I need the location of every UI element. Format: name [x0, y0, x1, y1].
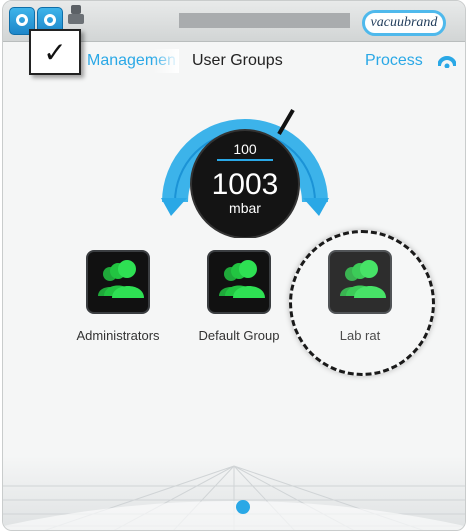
- process-icon[interactable]: [438, 54, 456, 68]
- ring-icon: [44, 14, 56, 26]
- group-tile[interactable]: [86, 250, 150, 314]
- checkmark-box[interactable]: ✓: [29, 29, 81, 75]
- group-default[interactable]: Default Group: [184, 250, 294, 343]
- user-icon: [16, 14, 28, 26]
- page-indicator-dot[interactable]: [236, 500, 250, 514]
- group-label: Default Group: [198, 328, 280, 343]
- gauge-max-marker: [303, 198, 329, 216]
- network-plug-icon: [68, 5, 84, 27]
- vacuubrand-logo: vacuubrand: [362, 10, 446, 36]
- group-tile[interactable]: [207, 250, 271, 314]
- users-group-icon: [98, 260, 144, 298]
- gauge-setpoint: 100: [233, 141, 257, 157]
- gauge-min-marker: [161, 198, 187, 216]
- highlight-circle: [289, 230, 435, 376]
- process-nav[interactable]: Process: [365, 52, 423, 70]
- gauge-unit: mbar: [229, 200, 261, 216]
- gauge-value: 1003: [212, 168, 279, 201]
- page-title: User Groups: [192, 52, 283, 69]
- status-bar: [179, 13, 350, 28]
- device-screen: vacuubrand Management User Groups Proces…: [2, 0, 466, 531]
- users-group-icon: [219, 260, 265, 298]
- group-administrators[interactable]: Administrators: [63, 250, 173, 343]
- grid-floor: [3, 456, 465, 530]
- group-label: Administrators: [76, 328, 160, 343]
- pressure-gauge[interactable]: 100 1003 mbar: [157, 98, 333, 238]
- nav-fade: [153, 49, 179, 73]
